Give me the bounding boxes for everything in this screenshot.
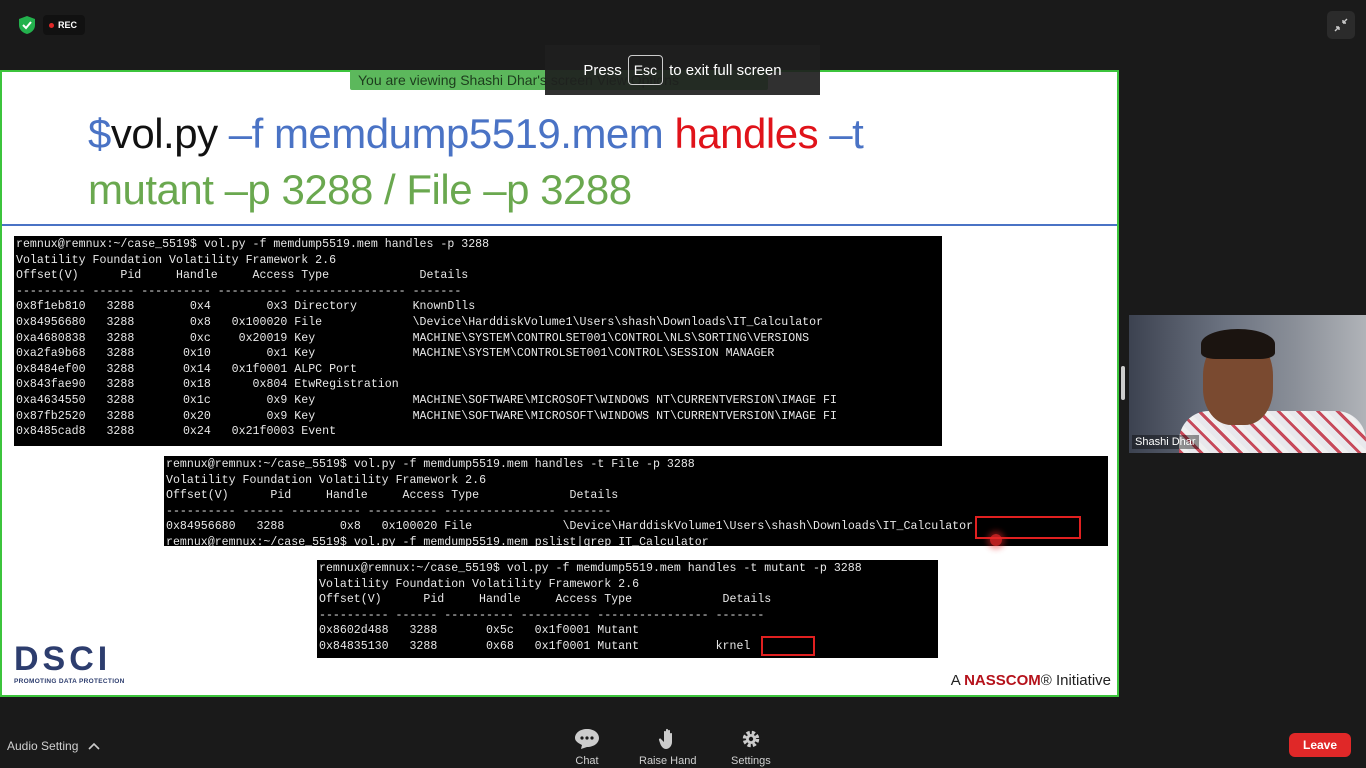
nasscom-footer: A NASSCOM® Initiative <box>951 672 1111 689</box>
video-person <box>1179 411 1366 453</box>
terminal-handles-all: remnux@remnux:~/case_5519$ vol.py -f mem… <box>14 236 942 446</box>
terminal-text-3: remnux@remnux:~/case_5519$ vol.py -f mem… <box>319 562 862 653</box>
settings-label: Settings <box>731 755 771 767</box>
recording-badge: REC <box>43 15 85 35</box>
shield-check-icon[interactable] <box>16 15 38 35</box>
audio-setting-button[interactable]: Audio Setting <box>7 739 100 753</box>
chat-label: Chat <box>575 755 599 767</box>
terminal-handles-file: remnux@remnux:~/case_5519$ vol.py -f mem… <box>164 456 1108 546</box>
terminal-text-2: remnux@remnux:~/case_5519$ vol.py -f mem… <box>166 458 974 546</box>
terminal-handles-mutant: remnux@remnux:~/case_5519$ vol.py -f mem… <box>317 560 938 658</box>
dsci-tagline: PROMOTING DATA PROTECTION <box>14 678 125 685</box>
shared-screen: $vol.py –f memdump5519.mem handles –t mu… <box>0 70 1119 697</box>
esc-prefix: Press <box>583 61 622 79</box>
slide-title-line-1: $vol.py –f memdump5519.mem handles –t <box>88 110 864 158</box>
footer-initiative: ® Initiative <box>1040 672 1111 689</box>
participant-video[interactable]: Shashi Dhar <box>1129 315 1366 453</box>
raise-hand-label: Raise Hand <box>639 755 697 767</box>
title-dollar: $ <box>88 110 111 157</box>
audio-setting-label: Audio Setting <box>7 739 79 753</box>
title-t-flag: –t <box>818 110 864 157</box>
gear-icon <box>740 727 762 751</box>
record-dot-icon <box>49 22 54 28</box>
laser-pointer <box>990 534 1002 546</box>
highlight-krnel <box>761 636 815 656</box>
leave-button[interactable]: Leave <box>1289 733 1351 757</box>
resize-handle[interactable] <box>1121 366 1125 400</box>
slide-title-line-2: mutant –p 3288 / File –p 3288 <box>88 166 632 213</box>
rec-label: REC <box>58 20 78 30</box>
settings-button[interactable]: Settings <box>731 727 771 767</box>
title-handles: handles <box>674 110 819 157</box>
dsci-logo-text: DSCI <box>14 640 112 678</box>
hand-icon <box>658 727 678 751</box>
chevron-up-icon <box>88 742 100 750</box>
terminal-text-1: remnux@remnux:~/case_5519$ vol.py -f mem… <box>16 238 837 439</box>
title-volpy: vol.py <box>110 110 229 157</box>
participant-name: Shashi Dhar <box>1132 435 1199 449</box>
esc-banner: Press Esc to exit full screen <box>545 45 820 95</box>
footer-nasscom: NASSCOM <box>964 672 1041 689</box>
esc-suffix: to exit full screen <box>669 61 782 79</box>
bottom-toolbar: Audio Setting Chat Raise Hand Settings L… <box>0 721 1366 768</box>
footer-a: A <box>950 672 965 689</box>
meeting-window: REC $vol.py –f memdump5519.mem handles –… <box>0 0 1366 768</box>
raise-hand-button[interactable]: Raise Hand <box>639 727 696 767</box>
chat-button[interactable]: Chat <box>574 727 600 767</box>
chat-icon <box>574 727 600 751</box>
title-file-arg: –f memdump5519.mem <box>228 110 675 157</box>
exit-fullscreen-button[interactable] <box>1327 11 1355 39</box>
esc-key: Esc <box>627 55 664 85</box>
minimize-arrows-icon <box>1334 18 1348 32</box>
title-divider <box>2 224 1117 226</box>
dsci-logo: DSCI PROMOTING DATA PROTECTION <box>14 642 154 692</box>
